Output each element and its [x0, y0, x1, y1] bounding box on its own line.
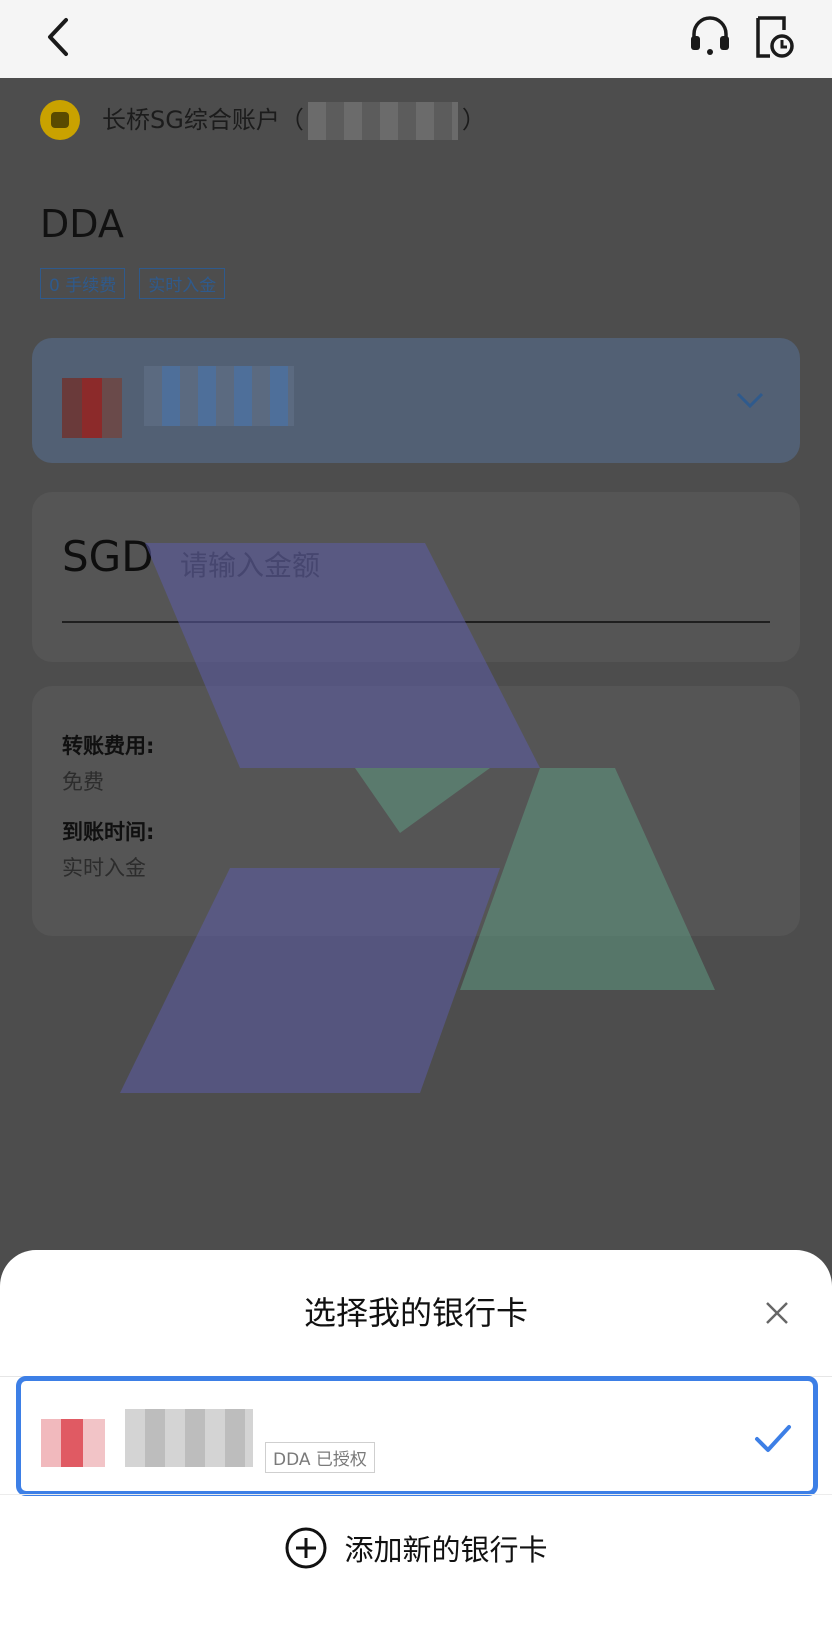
- arrival-time-label: 到账时间:: [62, 820, 155, 844]
- selected-bank-card[interactable]: DDA 已授权: [16, 1376, 818, 1496]
- bank-card-selector[interactable]: [32, 338, 800, 463]
- bank-card-sheet: 选择我的银行卡 DDA 已授权 添加新的银行卡: [0, 1250, 832, 1636]
- chevron-down-icon: [736, 392, 764, 409]
- fee-label: 转账费用:: [62, 734, 155, 758]
- sheet-divider: [0, 1494, 832, 1495]
- headset-icon[interactable]: [688, 14, 732, 60]
- top-navigation-bar: [0, 0, 832, 78]
- account-name: 长桥SG综合账户（）: [102, 100, 486, 140]
- transfer-info-panel: 转账费用: 免费 到账时间: 实时入金: [32, 686, 800, 936]
- currency-label: SGD: [62, 532, 154, 581]
- chevron-left-icon[interactable]: [40, 14, 80, 60]
- bank-logo: [41, 1419, 105, 1467]
- tag-zero-fee: 0 手续费: [40, 268, 126, 299]
- bank-logo: [62, 378, 122, 438]
- wallet-coin-icon: [40, 100, 80, 140]
- account-selector[interactable]: 长桥SG综合账户（）: [40, 100, 486, 140]
- clock-document-icon[interactable]: [752, 14, 796, 60]
- arrival-time-value: 实时入金: [62, 856, 146, 880]
- bank-name-masked: [144, 366, 294, 426]
- check-icon: [755, 1425, 791, 1452]
- add-bank-card-label: 添加新的银行卡: [344, 1533, 548, 1567]
- tag-instant: 实时入金: [139, 268, 226, 299]
- deposit-method-title: DDA: [40, 202, 124, 246]
- method-tags: 0 手续费 实时入金: [40, 268, 226, 299]
- bank-name-masked: [125, 1409, 253, 1467]
- account-number-masked: [307, 102, 458, 140]
- close-icon[interactable]: [762, 1298, 792, 1328]
- add-bank-card-button[interactable]: 添加新的银行卡: [0, 1518, 832, 1578]
- add-circle-icon: [285, 1527, 327, 1569]
- dda-authorized-badge: DDA 已授权: [265, 1442, 375, 1473]
- amount-input[interactable]: 请输入金额: [180, 544, 320, 584]
- amount-panel: SGD 请输入金额: [32, 492, 800, 662]
- fee-value: 免费: [62, 770, 104, 794]
- amount-underline: [62, 621, 770, 623]
- sheet-title: 选择我的银行卡: [303, 1294, 528, 1332]
